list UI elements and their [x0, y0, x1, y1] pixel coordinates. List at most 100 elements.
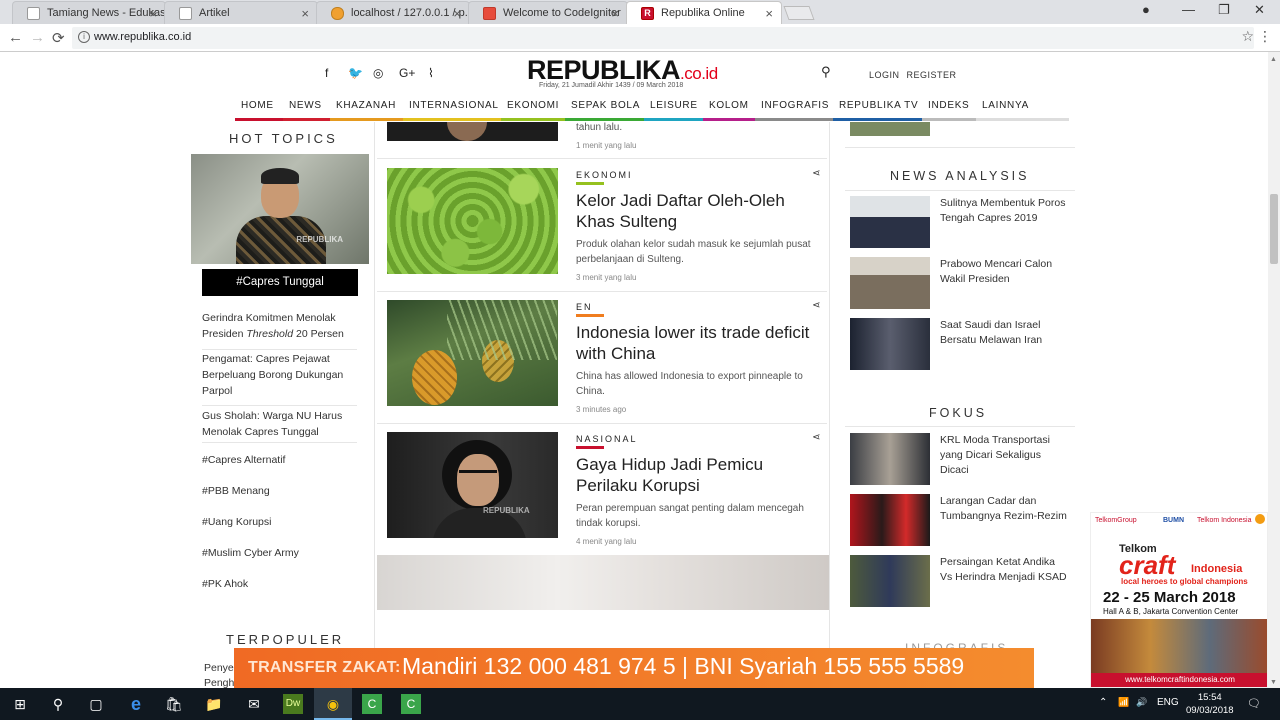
bookmark-star-icon[interactable]: ☆ [1241, 28, 1254, 45]
tab-close-icon[interactable]: × [453, 6, 461, 21]
edge-icon[interactable]: e [126, 694, 146, 714]
zakat-banner[interactable]: TRANSFER ZAKAT: Mandiri 132 000 481 974 … [234, 648, 1034, 688]
scrollbar-thumb[interactable] [1270, 194, 1278, 264]
article-category[interactable]: EN [576, 302, 593, 312]
tray-chevron-icon[interactable]: ⌃ [1099, 697, 1107, 708]
nav-item-internasional[interactable]: INTERNASIONAL [409, 100, 499, 111]
nav-item-ekonomi[interactable]: EKONOMI [507, 100, 559, 111]
nav-item-indeks[interactable]: INDEKS [928, 100, 969, 111]
topic-tag[interactable]: #PK Ahok [202, 578, 248, 590]
browser-tab[interactable]: Artikel × [164, 1, 318, 24]
scroll-up-arrow-icon[interactable]: ▲ [1270, 56, 1277, 63]
nav-item-khazanah[interactable]: KHAZANAH [336, 100, 396, 111]
analysis-thumbnail[interactable] [850, 196, 930, 248]
article-title[interactable]: Kelor Jadi Daftar Oleh-Oleh Khas Sulteng [576, 190, 816, 232]
language-indicator[interactable]: ENG [1157, 697, 1179, 708]
partial-thumbnail[interactable] [850, 122, 930, 136]
telkom-craft-ad[interactable]: TelkomGroup BUMN Telkom Indonesia Telkom… [1090, 512, 1268, 688]
browser-tab-active[interactable]: R Republika Online × [626, 1, 782, 24]
share-icon[interactable]: ⋖ [812, 168, 820, 179]
hot-topic-link[interactable]: Gerindra Komitmen Menolak Presiden Thres… [202, 310, 362, 342]
info-icon[interactable]: i [78, 31, 90, 43]
fokus-link[interactable]: Larangan Cadar dan Tumbangnya Rezim-Rezi… [940, 494, 1070, 524]
article-image[interactable] [387, 122, 558, 141]
start-icon[interactable]: ⊞ [10, 694, 30, 714]
profile-icon[interactable]: ● [1142, 2, 1150, 17]
hot-topic-link[interactable]: Gus Sholah: Warga NU Harus Menolak Capre… [202, 408, 362, 440]
rss-icon[interactable]: ⌇ [428, 66, 434, 80]
nav-item-lainnya[interactable]: LAINNYA [982, 100, 1029, 111]
analysis-thumbnail[interactable] [850, 257, 930, 309]
analysis-link[interactable]: Sulitnya Membentuk Poros Tengah Capres 2… [940, 196, 1070, 226]
maximize-button[interactable]: ❐ [1218, 2, 1230, 18]
topic-tag[interactable]: #Uang Korupsi [202, 516, 271, 528]
nav-item-sepak-bola[interactable]: SEPAK BOLA [571, 100, 640, 111]
search-icon[interactable]: ⚲ [821, 64, 831, 80]
new-tab-button[interactable] [783, 6, 815, 20]
search-icon[interactable]: ⚲ [48, 694, 68, 714]
facebook-icon[interactable]: f [325, 66, 328, 80]
hot-topic-image[interactable]: REPUBLIKA [191, 154, 369, 264]
tab-close-icon[interactable]: × [301, 6, 309, 21]
hot-topic-caption[interactable]: #Capres Tunggal [202, 269, 358, 296]
register-link[interactable]: REGISTER [907, 70, 957, 80]
fokus-link[interactable]: Persaingan Ketat Andika Vs Herindra Menj… [940, 555, 1070, 585]
fokus-link[interactable]: KRL Moda Transportasi yang Dicari Sekali… [940, 433, 1070, 478]
hot-topic-link[interactable]: Pengamat: Capres Pejawat Berpeluang Boro… [202, 351, 362, 399]
camtasia-icon[interactable]: C [362, 694, 382, 714]
article-image[interactable] [387, 300, 558, 406]
fokus-thumbnail[interactable] [850, 494, 930, 546]
forward-icon[interactable]: → [30, 29, 45, 46]
browser-tab[interactable]: localhost / 127.0.0.1 / p... × [316, 1, 470, 24]
login-link[interactable]: LOGIN [869, 70, 900, 80]
topic-tag[interactable]: #Muslim Cyber Army [202, 547, 299, 559]
nav-item-kolom[interactable]: KOLOM [709, 100, 749, 111]
browser-tab[interactable]: Welcome to CodeIgniter × [468, 1, 628, 24]
volume-icon[interactable]: 🔊 [1136, 697, 1147, 708]
analysis-link[interactable]: Saat Saudi dan Israel Bersatu Melawan Ir… [940, 318, 1070, 348]
nav-item-republika-tv[interactable]: REPUBLIKA TV [839, 100, 918, 111]
twitter-icon[interactable]: 🐦 [348, 66, 363, 80]
article-image[interactable]: REPUBLIKA [387, 432, 558, 538]
article-image[interactable] [377, 555, 829, 610]
article-category[interactable]: EKONOMI [576, 170, 633, 180]
clock[interactable]: 15:54 09/03/2018 [1186, 691, 1234, 717]
browser-menu-icon[interactable]: ⋮ [1258, 28, 1272, 45]
share-icon[interactable]: ⋖ [812, 432, 820, 443]
minimize-button[interactable]: — [1182, 2, 1195, 17]
close-window-button[interactable]: ✕ [1254, 2, 1265, 18]
nav-item-infografis[interactable]: INFOGRAFIS [761, 100, 829, 111]
reload-icon[interactable]: ⟳ [52, 29, 65, 47]
ad-close-icon[interactable] [1255, 514, 1265, 524]
chrome-icon[interactable]: ◉ [323, 694, 343, 714]
browser-tab[interactable]: Tamiang News - Edukasi × [12, 1, 166, 24]
camtasia-recorder-icon[interactable]: C [401, 694, 421, 714]
dreamweaver-icon[interactable]: Dw [283, 694, 303, 714]
topic-tag[interactable]: #Capres Alternatif [202, 454, 285, 466]
file-explorer-icon[interactable]: 📁 [204, 694, 224, 714]
article-image[interactable] [387, 168, 558, 274]
tab-close-icon[interactable]: × [611, 6, 619, 21]
fokus-thumbnail[interactable] [850, 555, 930, 607]
tab-close-icon[interactable]: × [765, 6, 773, 21]
vertical-scrollbar[interactable]: ▲ ▼ [1268, 52, 1280, 688]
notification-icon[interactable]: 🗨 [1247, 697, 1261, 710]
topic-tag[interactable]: #PBB Menang [202, 485, 270, 497]
article-title[interactable]: Gaya Hidup Jadi Pemicu Perilaku Korupsi [576, 454, 816, 496]
url-field[interactable]: i www.republika.co.id [72, 27, 1254, 49]
terpopuler-item[interactable]: Penye [204, 662, 234, 674]
mail-icon[interactable]: ✉ [244, 694, 264, 714]
analysis-link[interactable]: Prabowo Mencari Calon Wakil Presiden [940, 257, 1070, 287]
article-category[interactable]: NASIONAL [576, 434, 638, 444]
tab-close-icon[interactable]: × [149, 6, 157, 21]
fokus-thumbnail[interactable] [850, 433, 930, 485]
share-icon[interactable]: ⋖ [812, 300, 820, 311]
google-plus-icon[interactable]: G+ [399, 66, 415, 80]
network-icon[interactable]: 📶 [1118, 697, 1129, 708]
terpopuler-item[interactable]: Pengh [204, 677, 234, 688]
scroll-down-arrow-icon[interactable]: ▼ [1270, 679, 1277, 686]
instagram-icon[interactable]: ◎ [373, 66, 383, 80]
article-title[interactable]: Indonesia lower its trade deficit with C… [576, 322, 816, 364]
store-icon[interactable]: 🛍 [164, 694, 184, 714]
nav-item-home[interactable]: HOME [241, 100, 274, 111]
